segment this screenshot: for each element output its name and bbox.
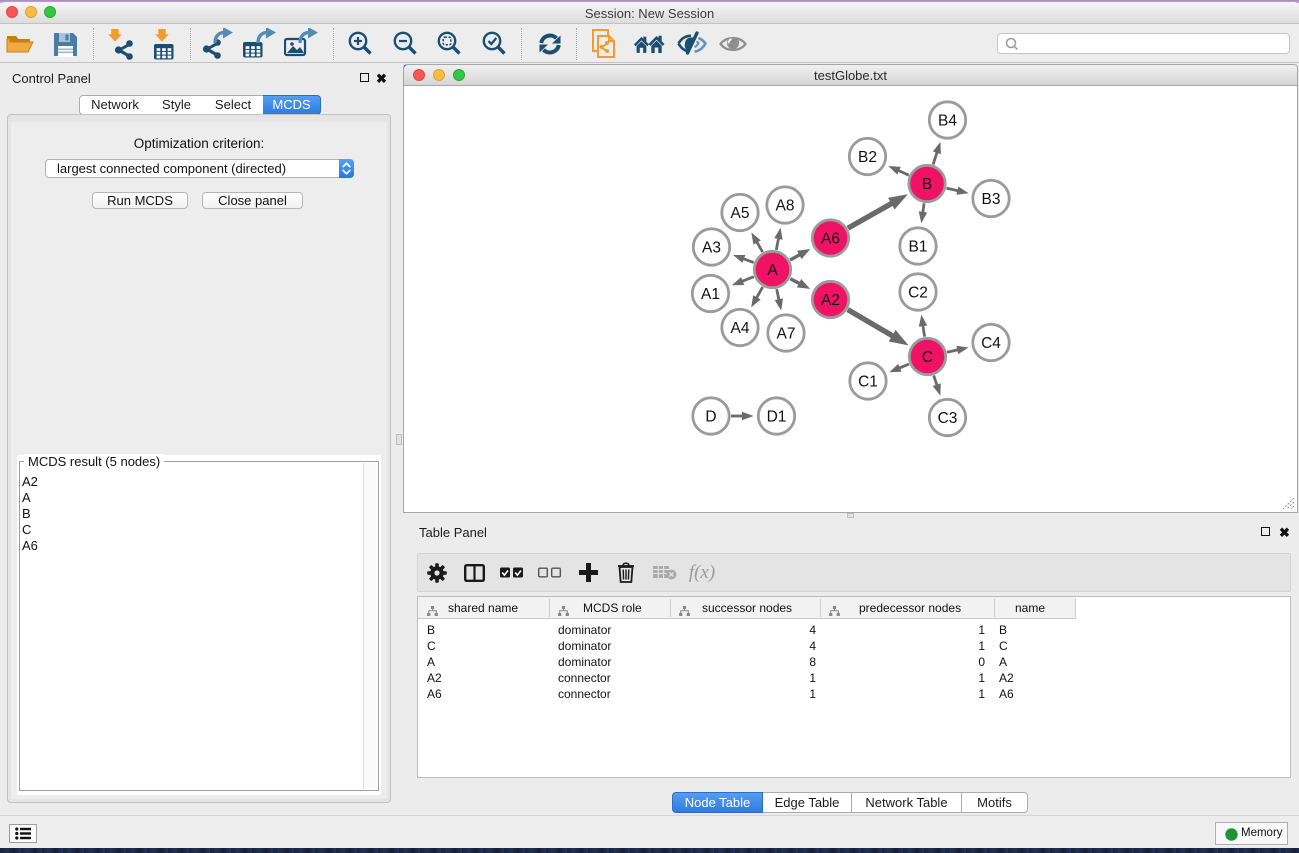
svg-text:A8: A8: [776, 198, 795, 215]
svg-text:A5: A5: [731, 205, 750, 222]
svg-text:B4: B4: [938, 113, 957, 130]
svg-text:B: B: [922, 176, 932, 193]
svg-text:A1: A1: [701, 286, 720, 303]
svg-text:B1: B1: [909, 239, 928, 256]
svg-text:D1: D1: [767, 409, 787, 426]
svg-text:A4: A4: [731, 320, 750, 337]
svg-text:C4: C4: [981, 335, 1001, 352]
svg-text:A: A: [767, 262, 778, 279]
svg-text:B2: B2: [858, 149, 877, 166]
svg-text:A7: A7: [777, 326, 796, 343]
svg-text:A2: A2: [821, 292, 840, 309]
svg-text:D: D: [705, 409, 716, 426]
svg-text:C: C: [922, 349, 933, 366]
svg-text:C1: C1: [858, 374, 878, 391]
svg-text:B3: B3: [982, 191, 1001, 208]
svg-text:A6: A6: [821, 231, 840, 248]
svg-text:C3: C3: [938, 410, 958, 427]
svg-text:C2: C2: [908, 285, 928, 302]
svg-text:A3: A3: [702, 240, 721, 257]
